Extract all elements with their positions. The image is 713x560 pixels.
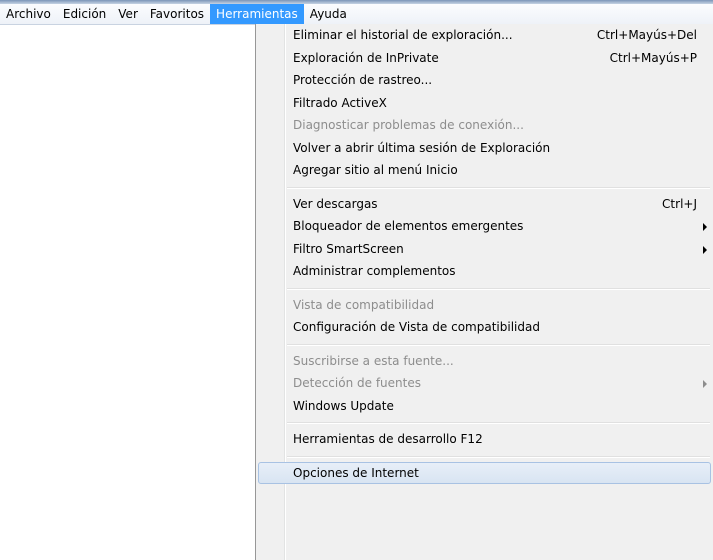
menu-item-windows-update[interactable]: Windows Update (256, 395, 713, 418)
menu-item-manage-addons[interactable]: Administrar complementos (256, 260, 713, 283)
menu-archivo[interactable]: Archivo (0, 4, 57, 24)
menu-item-label: Diagnosticar problemas de conexión... (293, 118, 524, 132)
menu-item-compatibility-view-settings[interactable]: Configuración de Vista de compatibilidad (256, 316, 713, 339)
menu-item-label: Configuración de Vista de compatibilidad (293, 320, 540, 334)
menu-item-shortcut: Ctrl+J (662, 196, 697, 211)
menu-edicion[interactable]: Edición (57, 4, 112, 24)
menu-item-label: Exploración de InPrivate (293, 50, 439, 65)
menu-item-subscribe-feed: Suscribirse a esta fuente... (256, 350, 713, 373)
menu-item-inprivate-browsing[interactable]: Exploración de InPrivate Ctrl+Mayús+P (256, 47, 713, 70)
menu-bar: Archivo Edición Ver Favoritos Herramient… (0, 4, 713, 25)
menu-item-tracking-protection[interactable]: Protección de rastreo... (256, 69, 713, 92)
menu-item-label: Filtrado ActiveX (293, 95, 387, 110)
menu-item-activex-filtering[interactable]: Filtrado ActiveX (256, 92, 713, 115)
menu-item-label: Protección de rastreo... (293, 73, 433, 87)
menu-herramientas[interactable]: Herramientas (210, 4, 304, 24)
menu-item-label: Detección de fuentes (293, 376, 421, 390)
menu-item-view-downloads[interactable]: Ver descargas Ctrl+J (256, 193, 713, 216)
browser-window: Archivo Edición Ver Favoritos Herramient… (0, 0, 713, 560)
menu-separator (256, 451, 713, 462)
menu-item-label: Bloqueador de elementos emergentes (293, 219, 524, 233)
menu-favoritos[interactable]: Favoritos (144, 4, 210, 24)
menu-separator (256, 417, 713, 428)
menu-item-smartscreen-filter[interactable]: Filtro SmartScreen (256, 238, 713, 261)
menu-separator (256, 182, 713, 193)
menu-item-internet-options[interactable]: Opciones de Internet (258, 461, 711, 484)
menu-separator (256, 283, 713, 294)
menu-item-label: Agregar sitio al menú Inicio (293, 163, 458, 177)
menu-item-diagnose-connection: Diagnosticar problemas de conexión... (256, 114, 713, 137)
chevron-right-icon (703, 223, 707, 231)
menu-item-label: Opciones de Internet (293, 465, 419, 480)
menu-item-label: Ver descargas (293, 196, 378, 211)
menu-item-label: Administrar complementos (293, 264, 456, 278)
menu-item-delete-browsing-history[interactable]: Eliminar el historial de exploración... … (256, 24, 713, 47)
menu-item-label: Filtro SmartScreen (293, 241, 404, 256)
menu-item-shortcut: Ctrl+Mayús+Del (596, 28, 697, 42)
tools-menu-list: Eliminar el historial de exploración... … (256, 24, 713, 484)
menu-item-label: Eliminar el historial de exploración... (293, 28, 513, 42)
menu-item-popup-blocker[interactable]: Bloqueador de elementos emergentes (256, 215, 713, 238)
menu-item-label: Windows Update (293, 398, 394, 413)
menu-item-shortcut: Ctrl+Mayús+P (609, 50, 697, 65)
menu-item-add-site-to-start[interactable]: Agregar sitio al menú Inicio (256, 159, 713, 182)
chevron-right-icon (703, 380, 707, 388)
menu-ver[interactable]: Ver (112, 4, 144, 24)
menu-item-f12-developer-tools[interactable]: Herramientas de desarrollo F12 (256, 428, 713, 451)
menu-item-reopen-last-session[interactable]: Volver a abrir última sesión de Explorac… (256, 137, 713, 160)
menu-item-compatibility-view: Vista de compatibilidad (256, 294, 713, 317)
menu-item-label: Volver a abrir última sesión de Explorac… (293, 140, 551, 155)
menu-item-label: Vista de compatibilidad (293, 297, 435, 312)
menu-item-label: Suscribirse a esta fuente... (293, 353, 454, 368)
menu-item-label: Herramientas de desarrollo F12 (293, 432, 483, 446)
menu-item-feed-discovery: Detección de fuentes (256, 372, 713, 395)
menu-ayuda[interactable]: Ayuda (304, 4, 353, 24)
chevron-right-icon (703, 245, 707, 254)
menu-separator (256, 339, 713, 350)
tools-dropdown-menu: Eliminar el historial de exploración... … (255, 24, 713, 560)
